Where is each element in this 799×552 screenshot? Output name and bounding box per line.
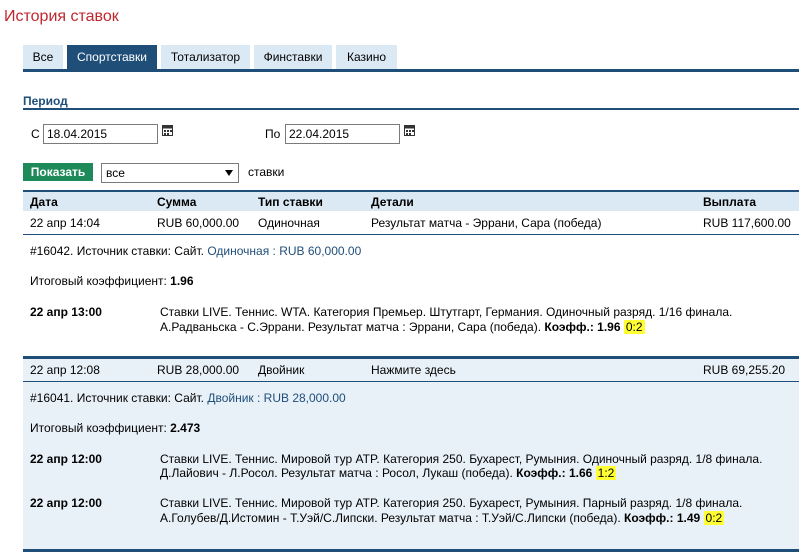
event-match: А.Радваньска - С.Эррани. Результат матча… [160,320,542,334]
row-divider [23,381,799,382]
total-coefficient: Итоговый коэффициент: 1.96 [30,274,194,288]
total-coef-value: 2.473 [170,421,201,435]
period-title: Период [23,94,68,108]
bet-type: Одиночная [258,216,320,230]
calendar-icon[interactable] [404,124,415,136]
date-from-label: С [31,127,40,141]
event-line1: Ставки LIVE. Теннис. Мировой тур ATP. Ка… [160,496,743,510]
event-time: 22 апр 12:00 [30,496,102,510]
bet-source-link[interactable]: Двойник : RUB 28,000.00 [207,391,345,405]
table-row[interactable]: 22 апр 14:04 RUB 60,000.00 Одиночная Рез… [23,211,799,235]
event-coef: 1.49 [676,511,701,525]
row-divider [23,234,799,235]
bet-date: 22 апр 12:08 [30,363,100,377]
tabs-underline [23,69,799,72]
date-to-label: По [265,127,281,141]
total-coefficient: Итоговый коэффициент: 2.473 [30,421,200,435]
bet-amount: RUB 28,000.00 [157,363,240,377]
header-type: Тип ставки [258,195,323,209]
bet-details-link[interactable]: Нажмите здесь [371,363,456,377]
event-match: А.Голубев/Д.Истомин - Т.Уэй/С.Липски. Ре… [160,511,621,525]
bet-amount: RUB 60,000.00 [157,216,240,230]
header-amount: Сумма [157,195,197,209]
event-line1: Ставки LIVE. Теннис. Мировой тур ATP. Ка… [160,452,763,466]
event-time: 22 апр 13:00 [30,305,102,319]
bet-payout: RUB 69,255.20 [703,363,786,377]
bet-filter-value: все [106,166,125,180]
period-divider [23,108,799,110]
bet-date: 22 апр 14:04 [30,216,100,230]
chevron-down-icon [225,170,233,176]
event-score-badge: 1:2 [595,466,617,480]
event-line2: Д.Лайович - Л.Росол. Результат матча : Р… [160,466,617,480]
event-coef-label: Коэфф.: [516,466,566,480]
event-coef: 1.96 [597,320,621,334]
header-date: Дата [30,195,58,209]
page-title: История ставок [4,8,119,25]
event-coef-label: Коэфф.: [624,511,674,525]
event-score-badge: 0:2 [703,511,725,525]
tab-totalizator[interactable]: Тотализатор [161,45,250,70]
event-match: Д.Лайович - Л.Росол. Результат матча : Р… [160,466,513,480]
tab-fin-bets[interactable]: Финставки [254,45,332,70]
bet-source: #16041. Источник ставки: Сайт. Двойник :… [30,391,346,405]
bet-source-text: #16041. Источник ставки: Сайт. [30,391,204,405]
header-details: Детали [371,195,414,209]
event-line1: Ставки LIVE. Теннис. WTA. Категория Прем… [160,305,733,319]
bet-source: #16042. Источник ставки: Сайт. Одиночная… [30,244,361,258]
tab-casino[interactable]: Казино [336,45,397,70]
event-line2: А.Голубев/Д.Истомин - Т.Уэй/С.Липски. Ре… [160,511,725,525]
total-coef-label: Итоговый коэффициент: [30,421,167,435]
bet-payout: RUB 117,600.00 [703,216,791,230]
date-from-input[interactable]: 18.04.2015 [43,124,158,144]
tab-sports-bets[interactable]: Спортставки [67,45,157,70]
calendar-icon[interactable] [162,124,173,136]
table-header: Дата Сумма Тип ставки Детали Выплата [23,190,799,211]
event-coef: 1.66 [568,466,593,480]
bet-type: Двойник [258,363,305,377]
bet-source-link[interactable]: Одиночная : RUB 60,000.00 [207,244,361,258]
total-coef-value: 1.96 [170,274,194,288]
tab-all[interactable]: Все [23,45,63,70]
table-row[interactable]: 22 апр 12:08 RUB 28,000.00 Двойник Нажми… [23,359,799,381]
bet-source-text: #16042. Источник ставки: Сайт. [30,244,204,258]
event-coef-label: Коэфф.: [544,320,594,334]
bet-filter-select[interactable]: все [101,163,239,183]
event-line2: А.Радваньска - С.Эррани. Результат матча… [160,320,645,334]
show-button[interactable]: Показать [23,163,93,181]
header-payout: Выплата [703,195,757,209]
total-coef-label: Итоговый коэффициент: [30,274,167,288]
event-time: 22 апр 12:00 [30,452,102,466]
date-to-input[interactable]: 22.04.2015 [285,124,400,144]
bet-details: Результат матча - Эррани, Сара (победа) [371,216,602,230]
bet-filter-suffix: ставки [248,165,285,179]
event-score-badge: 0:2 [623,320,645,334]
